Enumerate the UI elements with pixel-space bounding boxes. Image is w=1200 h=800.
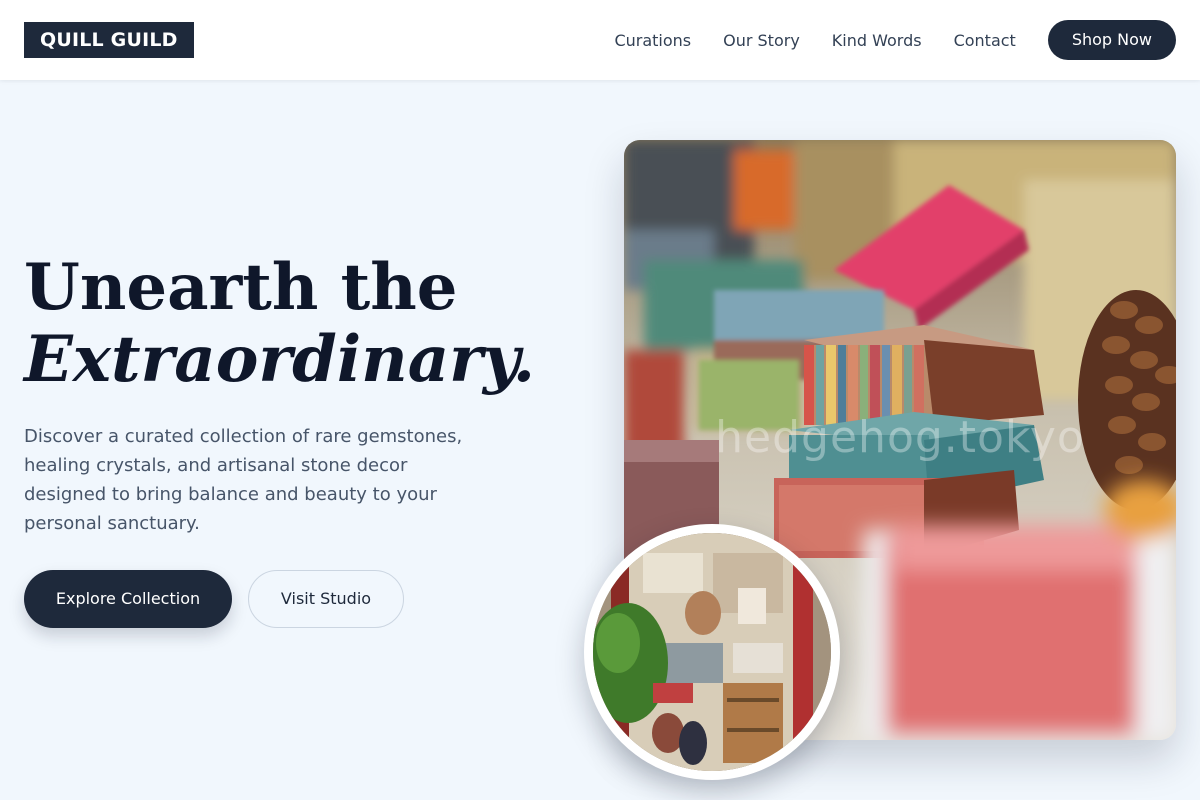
nav-link-curations[interactable]: Curations [614,31,691,50]
hero-title: Unearth the Extraordinary. [24,252,535,396]
shop-now-button[interactable]: Shop Now [1047,20,1176,60]
visit-studio-button[interactable]: Visit Studio [248,570,404,628]
hero-title-line2: Extraordinary. [24,322,535,397]
nav-link-our-story[interactable]: Our Story [723,31,800,50]
explore-collection-button[interactable]: Explore Collection [24,570,232,628]
hero-title-line1: Unearth the [24,250,458,325]
brand-logo[interactable]: QUILL GUILD [24,22,194,58]
main-nav: Curations Our Story Kind Words Contact S… [614,20,1176,60]
nav-link-kind-words[interactable]: Kind Words [832,31,922,50]
image-watermark: hedgehog.tokyo [715,412,1085,463]
storefront-illustration [593,533,831,771]
site-header: QUILL GUILD Curations Our Story Kind Wor… [0,0,1200,80]
storefront-image [584,524,840,780]
nav-link-contact[interactable]: Contact [954,31,1016,50]
hero-description: Discover a curated collection of rare ge… [24,426,463,534]
